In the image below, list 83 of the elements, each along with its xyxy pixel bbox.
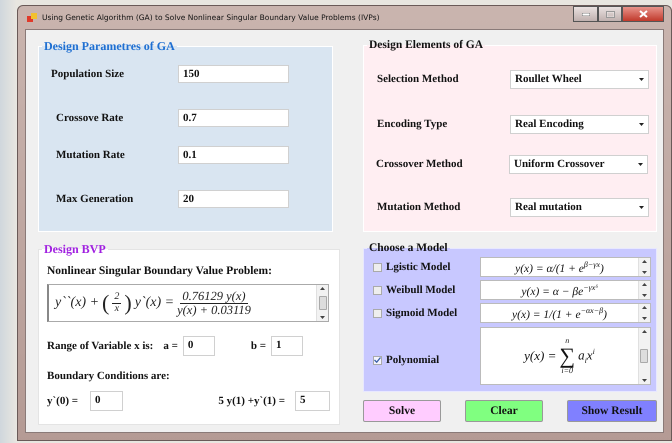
scrollbar[interactable] [638, 281, 650, 299]
equation-text: y`(x) = [134, 295, 174, 311]
field-label: Crossover Method [376, 158, 464, 170]
text-field[interactable]: 0 [182, 336, 215, 356]
scrollbar[interactable] [638, 328, 650, 384]
checkbox-label[interactable]: Weibull Model [386, 284, 456, 296]
bracket: ) [124, 292, 132, 314]
problem-label: Nonlinear Singular Boundary Value Problem: [47, 265, 273, 277]
dropdown[interactable]: Real Encoding [510, 114, 649, 134]
field-label: Population Size [51, 68, 126, 80]
scrollbar[interactable] [638, 304, 650, 322]
field-label: Selection Method [377, 73, 460, 85]
section-title: Design Parametres of GA [43, 39, 176, 54]
scroll-down-icon[interactable] [320, 316, 325, 319]
scroll-down-icon[interactable] [642, 317, 647, 320]
formula-text: a$_{i}$x$^{i}$ [578, 347, 595, 365]
close-button[interactable] [622, 6, 664, 22]
field-label: 5 y(1) +y`(1) = [218, 395, 285, 407]
checkbox[interactable] [372, 286, 382, 294]
action-button[interactable]: Solve [362, 400, 441, 422]
action-button[interactable]: Clear [464, 400, 543, 422]
field-label: Mutation Method [377, 201, 462, 213]
field-label: Range of Variable x is: [47, 340, 154, 352]
field-label: Mutation Rate [56, 149, 126, 161]
scroll-up-icon[interactable] [320, 287, 325, 290]
field-label: Encoding Type [377, 118, 448, 130]
minimize-icon [582, 12, 590, 16]
scroll-up-icon[interactable] [642, 283, 647, 286]
field-label: y`(0) = [47, 395, 78, 407]
text-field[interactable]: 1 [271, 336, 304, 356]
sum-symbol: n ∑ i=0 [559, 337, 576, 375]
text-field[interactable]: 20 [178, 190, 289, 208]
formula-text: y(x) = α/(1 + e$^{β−γx}$) [515, 260, 604, 274]
dropdown[interactable]: Uniform Crossover [509, 154, 648, 174]
formula-text: y(x) = 1/(1 + e$^{−αx−β}$) [512, 306, 607, 320]
section-title: Design Elements of GA [368, 39, 484, 51]
checkmark-icon [374, 357, 381, 363]
section-label: Boundary Conditions are: [47, 370, 171, 382]
text-field[interactable]: 5 [294, 391, 330, 411]
field-label: b = [250, 340, 266, 352]
scroll-up-icon[interactable] [642, 260, 647, 263]
scroll-down-icon[interactable] [642, 294, 647, 297]
formula-text: y(x) = α − βe$^{−γxᵟ}$ [521, 282, 598, 298]
checkbox-label[interactable]: Polynomial [386, 354, 440, 366]
scroll-thumb[interactable] [318, 296, 326, 310]
scroll-up-icon[interactable] [642, 306, 647, 309]
caret-icon [639, 122, 644, 126]
caret-icon [638, 162, 643, 166]
text-field[interactable]: 0 [90, 391, 124, 411]
dropdown[interactable]: Roullet Wheel [510, 70, 649, 88]
checkbox[interactable] [372, 262, 382, 272]
field-label: a = [163, 340, 178, 352]
dropdown[interactable]: Real mutation [510, 198, 649, 216]
minimize-button[interactable] [573, 6, 598, 22]
scroll-down-icon[interactable] [642, 379, 647, 382]
checkbox[interactable] [372, 308, 382, 318]
checkbox-label[interactable]: Lgistic Model [386, 261, 450, 273]
bracket: ( [102, 292, 110, 314]
section-title: Design BVP [43, 242, 107, 257]
caret-icon [639, 206, 644, 208]
formula-text: y(x) = [524, 348, 556, 364]
app-icon [27, 12, 37, 22]
checkbox[interactable] [372, 356, 382, 364]
text-field[interactable]: 0.1 [178, 146, 289, 164]
scroll-thumb[interactable] [640, 349, 648, 363]
equation-text: y``(x) + [55, 295, 100, 311]
scroll-up-icon[interactable] [642, 330, 647, 333]
field-label: Max Generation [56, 193, 134, 205]
checkbox-label[interactable]: Sigmoid Model [386, 307, 458, 319]
scrollbar[interactable] [316, 285, 328, 321]
fraction: 2 x [112, 292, 122, 314]
text-field[interactable]: 0.7 [178, 109, 289, 127]
scrollbar[interactable] [638, 258, 650, 276]
field-label: Crossove Rate [56, 112, 124, 124]
section-title: Choose a Model [368, 242, 449, 254]
scroll-down-icon[interactable] [642, 271, 647, 274]
action-button[interactable]: Show Result [566, 400, 657, 422]
maximize-icon [606, 10, 614, 18]
close-icon [638, 10, 648, 18]
maximize-button[interactable] [598, 6, 622, 22]
caret-icon [639, 78, 644, 80]
fraction: 0.76129 y(x) y(x) + 0.03119 [177, 290, 251, 316]
text-field[interactable]: 150 [178, 65, 289, 83]
